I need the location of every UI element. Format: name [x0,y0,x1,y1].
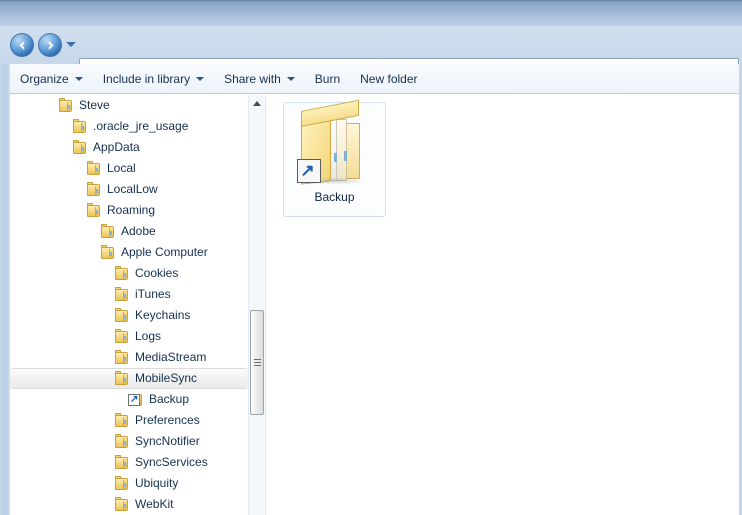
tree-item-label: MobileSync [135,371,198,385]
burn-button[interactable]: Burn [305,67,350,91]
folder-icon [72,140,88,155]
folder-icon [100,245,116,260]
tree-item-apple-computer[interactable]: Apple Computer [10,242,248,263]
tree-item-label: AppData [93,140,140,154]
tree-item-preferences[interactable]: Preferences [10,410,248,431]
folder-icon [86,161,102,176]
tree-item-itunes[interactable]: iTunes [10,284,248,305]
tree-item-keychains[interactable]: Keychains [10,305,248,326]
tree-item-label: Roaming [107,203,156,217]
tree-item-label: Backup [149,392,190,406]
back-arrow-icon [11,34,33,56]
file-item-label: Backup [314,190,355,204]
tree-item-label: Steve [79,98,110,112]
tree-item-syncnotifier[interactable]: SyncNotifier [10,431,248,452]
share-with-label: Share with [224,71,281,86]
organize-label: Organize [20,71,69,86]
new-folder-label: New folder [360,71,418,86]
forward-button[interactable] [38,33,62,57]
tree-item-label: Ubiquity [135,476,179,490]
tree-item-label: WebKit [135,497,174,511]
chevron-down-icon [196,76,205,81]
folder-icon [114,371,130,386]
folder-icon [114,329,130,344]
navigation-pane: Steve .oracle_jre_usage AppData Local Lo… [10,95,248,515]
scroll-up-arrow-icon[interactable] [249,95,265,112]
share-with-button[interactable]: Share with [214,67,305,91]
tree-item-backup[interactable]: ↗ Backup [10,389,248,410]
tree-item-label: LocalLow [107,182,158,196]
tree-item-mediastream[interactable]: MediaStream [10,347,248,368]
tree-item-ubiquity[interactable]: Ubiquity [10,473,248,494]
folder-icon [114,413,130,428]
folder-shortcut-icon: ↗ [128,392,144,407]
tree-item-appdata[interactable]: AppData [10,137,248,158]
folder-icon [86,203,102,218]
burn-label: Burn [314,71,341,86]
tree-item-label: Local [107,161,136,175]
organize-button[interactable]: Organize [10,67,93,91]
explorer-window: ▸ Computer ▸ Local Disk (C:) ▸ Users ▸ S… [0,0,742,515]
command-toolbar: Organize Include in library Share with B… [10,64,739,94]
folder-icon [114,287,130,302]
tree-item-label: .oracle_jre_usage [93,119,189,133]
tree-item-steve[interactable]: Steve [10,95,248,116]
window-left-edge [0,26,10,515]
folder-icon [114,497,130,512]
tree-item-label: Preferences [135,413,200,427]
back-button[interactable] [10,33,34,57]
tree-item-logs[interactable]: Logs [10,326,248,347]
tree-item-label: SyncNotifier [135,434,200,448]
tree-item-label: Adobe [121,224,156,238]
tree-item-label: Keychains [135,308,191,322]
title-bar [0,0,742,26]
shortcut-arrow-icon: ↗ [296,159,321,183]
recent-locations-chevron-down-icon[interactable] [66,42,76,47]
tree-item-roaming[interactable]: Roaming [10,200,248,221]
chevron-down-icon [286,76,295,81]
forward-arrow-icon [39,34,61,56]
content-pane[interactable]: ↗ Backup [266,95,739,515]
scrollbar-grip-icon [254,359,261,366]
chevron-down-icon [74,76,83,81]
folder-icon [114,455,130,470]
folder-icon [114,308,130,323]
tree-item-syncservices[interactable]: SyncServices [10,452,248,473]
folder-icon [100,224,116,239]
new-folder-button[interactable]: New folder [350,67,427,91]
include-in-library-label: Include in library [102,71,191,86]
scrollbar-thumb[interactable] [250,310,264,415]
tree-item-cookies[interactable]: Cookies [10,263,248,284]
folder-icon [114,434,130,449]
navigation-pane-scrollbar[interactable] [248,95,265,515]
folder-icon [86,182,102,197]
tree-item-label: Cookies [135,266,179,280]
file-item-backup[interactable]: ↗ Backup [283,99,386,217]
folder-icon [114,476,130,491]
tree-item-label: SyncServices [135,455,208,469]
folder-shortcut-large-icon: ↗ [295,99,375,189]
tree-item-oracle-jre-usage[interactable]: .oracle_jre_usage [10,116,248,137]
folder-icon [114,350,130,365]
tree-item-label: iTunes [135,287,171,301]
tree-item-label: MediaStream [135,350,207,364]
tree-item-locallow[interactable]: LocalLow [10,179,248,200]
folder-icon [58,98,74,113]
folder-icon [114,266,130,281]
folder-icon [72,119,88,134]
tree-item-adobe[interactable]: Adobe [10,221,248,242]
include-in-library-button[interactable]: Include in library [93,67,214,91]
tree-item-webkit[interactable]: WebKit [10,494,248,515]
tree-item-label: Apple Computer [121,245,208,259]
address-bar-container: ▸ Computer ▸ Local Disk (C:) ▸ Users ▸ S… [0,26,742,83]
tree-item-mobilesync[interactable]: MobileSync [10,368,248,389]
tree-item-local[interactable]: Local [10,158,248,179]
tree-item-label: Logs [135,329,162,343]
